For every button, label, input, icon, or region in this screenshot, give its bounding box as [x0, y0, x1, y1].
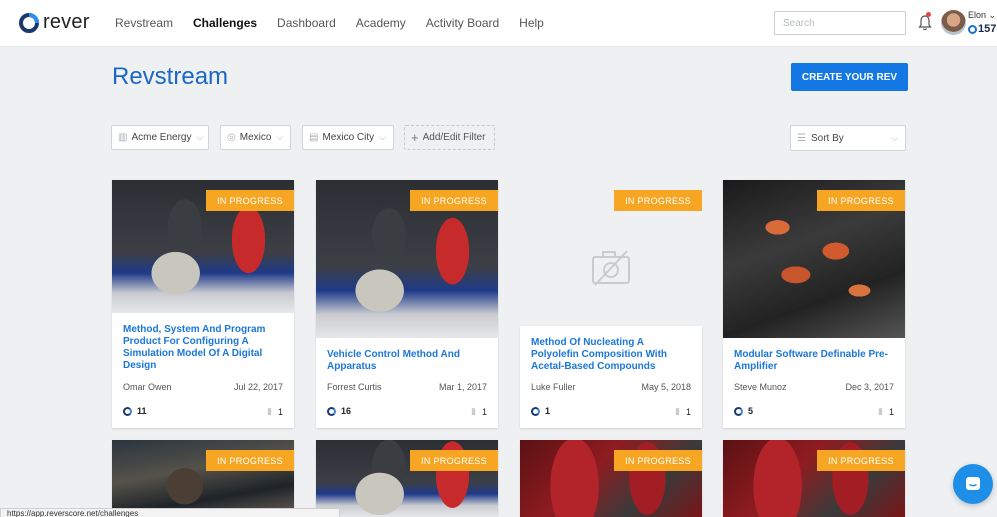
- card-author: Luke Fuller: [531, 382, 576, 392]
- main-nav: Revstream Challenges Dashboard Academy A…: [115, 16, 564, 30]
- plus-icon: +: [411, 130, 419, 145]
- card-likes[interactable]: ▮ 1: [471, 406, 487, 417]
- top-navbar: rever Revstream Challenges Dashboard Aca…: [0, 0, 997, 47]
- challenge-card[interactable]: IN PROGRESS: [520, 440, 702, 517]
- thumbs-up-icon: ▮: [878, 406, 883, 416]
- challenge-card[interactable]: IN PROGRESS Vehicle Control Method And A…: [316, 180, 498, 428]
- status-badge: IN PROGRESS: [206, 190, 294, 211]
- thumbs-up-icon: ▮: [267, 406, 272, 416]
- card-count-value: 1: [545, 406, 551, 416]
- filter-company-label: Acme Energy: [131, 132, 192, 143]
- add-edit-filter-button[interactable]: + Add/Edit Filter: [404, 125, 495, 150]
- status-badge: IN PROGRESS: [410, 450, 498, 471]
- challenge-card[interactable]: IN PROGRESS: [316, 440, 498, 517]
- card-likes[interactable]: ▮ 1: [878, 406, 894, 417]
- card-likes-value: 1: [277, 406, 283, 417]
- card-count: 5: [734, 406, 753, 416]
- progress-ring-icon: [123, 406, 132, 416]
- thumbs-up-icon: ▮: [675, 406, 680, 416]
- create-rev-button[interactable]: CREATE YOUR REV: [791, 63, 908, 91]
- thumbs-up-icon: ▮: [471, 406, 476, 416]
- rever-logo-icon: [19, 12, 39, 33]
- no-image-icon: [592, 250, 630, 286]
- progress-ring-icon: [531, 406, 540, 416]
- card-likes[interactable]: ▮ 1: [675, 406, 691, 417]
- search-input[interactable]: [774, 11, 906, 35]
- nav-item-dashboard[interactable]: Dashboard: [277, 16, 336, 30]
- sort-icon: ☰: [797, 132, 806, 144]
- building-icon: ▤: [309, 132, 319, 143]
- challenge-card[interactable]: IN PROGRESS Method, System And Program P…: [112, 180, 294, 428]
- nav-item-activity-board[interactable]: Activity Board: [426, 16, 499, 30]
- card-date: Dec 3, 2017: [845, 382, 894, 392]
- progress-ring-icon: [327, 406, 336, 416]
- challenge-card[interactable]: IN PROGRESS Modular Software Definable P…: [723, 180, 905, 428]
- card-author: Omar Owen: [123, 382, 172, 392]
- challenge-card[interactable]: IN PROGRESS: [723, 440, 905, 517]
- status-badge: IN PROGRESS: [614, 190, 702, 211]
- nav-item-help[interactable]: Help: [519, 16, 544, 30]
- card-date: May 5, 2018: [641, 382, 691, 392]
- card-count: 1: [531, 406, 550, 416]
- status-badge: IN PROGRESS: [614, 450, 702, 471]
- user-name: Elon: [968, 10, 987, 20]
- points-ring-icon: [968, 24, 977, 34]
- card-count: 11: [123, 406, 147, 416]
- nav-item-revstream[interactable]: Revstream: [115, 16, 173, 30]
- add-filter-label: Add/Edit Filter: [422, 132, 486, 143]
- chevron-down-icon: ⌵: [276, 132, 284, 142]
- user-points: 157: [968, 23, 996, 35]
- filter-city-label: Mexico City: [322, 132, 375, 143]
- chevron-down-icon: ⌄: [988, 10, 997, 20]
- status-badge: IN PROGRESS: [206, 450, 294, 471]
- status-badge: IN PROGRESS: [817, 190, 905, 211]
- progress-ring-icon: [734, 406, 743, 416]
- filter-country-label: Mexico: [239, 132, 272, 143]
- status-badge: IN PROGRESS: [817, 450, 905, 471]
- chat-icon: [966, 477, 980, 490]
- challenge-card[interactable]: IN PROGRESS: [112, 440, 294, 517]
- card-count-value: 11: [137, 406, 147, 416]
- card-date: Mar 1, 2017: [438, 382, 487, 392]
- filter-company[interactable]: ▥ Acme Energy ⌵: [111, 125, 209, 150]
- filter-city[interactable]: ▤ Mexico City ⌵: [302, 125, 394, 150]
- card-title[interactable]: Method Of Nucleating A Polyolefin Compos…: [531, 337, 691, 373]
- card-author: Steve Munoz: [734, 382, 787, 392]
- page-title: Revstream: [112, 63, 229, 90]
- card-title[interactable]: Vehicle Control Method And Apparatus: [327, 349, 487, 373]
- nav-item-academy[interactable]: Academy: [356, 16, 406, 30]
- card-date: Jul 22, 2017: [233, 382, 283, 392]
- nav-item-challenges[interactable]: Challenges: [193, 16, 257, 30]
- status-badge: IN PROGRESS: [410, 190, 498, 211]
- sort-by-select[interactable]: ☰ Sort By ⌵: [790, 125, 906, 151]
- bell-icon[interactable]: [917, 14, 933, 32]
- challenge-card[interactable]: IN PROGRESS Method Of Nucleating A Polyo…: [520, 180, 702, 428]
- card-count-value: 16: [341, 406, 352, 416]
- bar-chart-icon: ▥: [118, 132, 128, 143]
- chevron-down-icon: ⌵: [379, 132, 386, 142]
- chat-launcher-button[interactable]: [953, 464, 993, 504]
- sort-by-label: Sort By: [810, 132, 844, 144]
- chevron-down-icon: ⌵: [196, 132, 204, 142]
- browser-status-url: https://app.reverscore.net/challenges: [0, 508, 340, 517]
- globe-icon: ◎: [227, 132, 236, 143]
- logo-text: rever: [43, 11, 90, 33]
- card-likes-value: 1: [888, 406, 894, 417]
- filter-country[interactable]: ◎ Mexico ⌵: [220, 125, 291, 150]
- card-likes[interactable]: ▮ 1: [267, 406, 283, 417]
- card-likes-value: 1: [685, 406, 691, 417]
- card-title[interactable]: Modular Software Definable Pre-Amplifier: [734, 349, 894, 373]
- user-name-menu[interactable]: Elon ⌄: [968, 10, 996, 21]
- card-count: 16: [327, 406, 351, 416]
- card-count-value: 5: [748, 406, 754, 416]
- card-title[interactable]: Method, System And Program Product For C…: [123, 324, 283, 372]
- card-likes-value: 1: [481, 406, 487, 417]
- chevron-down-icon: ⌵: [891, 133, 898, 143]
- card-author: Forrest Curtis: [327, 382, 382, 392]
- notification-dot: [926, 12, 931, 17]
- avatar[interactable]: [941, 10, 966, 35]
- logo[interactable]: rever: [18, 11, 90, 34]
- user-points-value: 157: [978, 23, 997, 35]
